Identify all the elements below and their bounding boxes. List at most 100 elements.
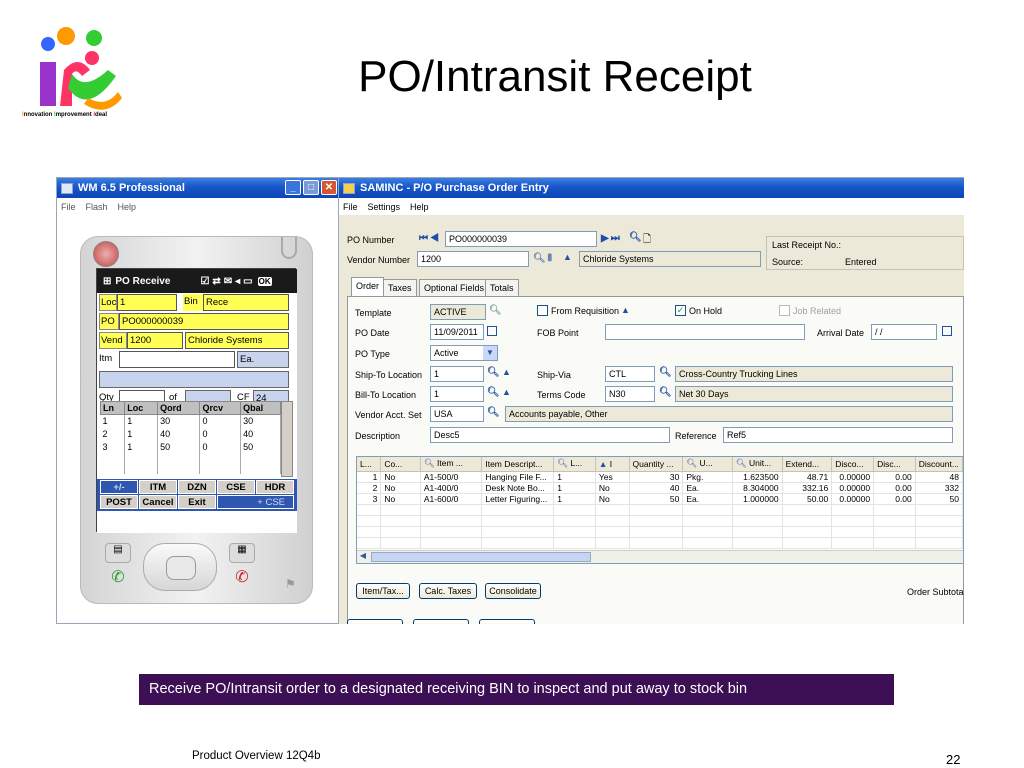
ship-to-zoom-icon[interactable]: ▲ (502, 367, 511, 377)
acct-set-field[interactable]: USA (430, 406, 484, 422)
power-button[interactable] (93, 241, 119, 267)
grid-horizontal-scrollbar[interactable]: ◀ (357, 550, 963, 563)
grid-col-discount-amt[interactable]: Discount... (915, 457, 963, 472)
chevron-down-icon[interactable]: ▼ (483, 346, 497, 360)
exit-button[interactable]: Exit (178, 495, 216, 509)
grid-row[interactable]: 1 No A1-500/0 Hanging File F... 1 Yes 30 Pkg. 1.… (357, 471, 963, 483)
instr-zoom-icon[interactable]: ▲ (599, 459, 610, 469)
end-call-icon[interactable]: ✆ (229, 567, 255, 589)
vend-code-field[interactable]: 1200 (127, 332, 183, 349)
requisition-zoom-icon[interactable]: ▲ (621, 305, 630, 315)
grid-row[interactable]: 3 No A1-600/0 Letter Figuring... 1 No 50 Ea. 1.0… (357, 493, 963, 505)
ok-button[interactable]: OK (257, 276, 272, 286)
calc-taxes-button[interactable]: Calc. Taxes (419, 583, 477, 599)
grid-col-item-desc[interactable]: Item Descript... (481, 457, 555, 472)
vendor-doc-icon[interactable]: ▮ (547, 252, 553, 263)
table-row[interactable]: 1 1 30 0 30 (100, 414, 281, 428)
item-tax-button[interactable]: Item/Tax... (356, 583, 410, 599)
grid-col-instr[interactable]: ▲ I (595, 457, 630, 472)
grid-col-line[interactable]: L... (357, 457, 382, 472)
minimize-button[interactable]: _ (285, 180, 301, 195)
from-requisition-checkbox[interactable] (537, 305, 548, 316)
new-document-icon[interactable]: 🗋 (643, 232, 651, 249)
hdr-button[interactable]: HDR (256, 480, 294, 494)
scrollbar-thumb[interactable] (371, 552, 591, 562)
grid-col-item[interactable]: 🔍︎ Item ... (420, 457, 483, 472)
terms-finder-icon[interactable]: 🔍︎ (659, 387, 672, 398)
cse-button[interactable]: CSE (217, 480, 255, 494)
table-row[interactable]: 3 1 50 0 50 (100, 440, 281, 454)
job-related-checkbox[interactable] (779, 305, 790, 316)
dpad[interactable] (143, 543, 217, 591)
grid-col-discount-pct[interactable]: Disco... (831, 457, 875, 472)
consolidate-button[interactable]: Consolidate (485, 583, 541, 599)
grid-col-unit-cost[interactable]: 🔍︎ Unit... (732, 457, 783, 472)
grid-col-discount[interactable]: Disc... (873, 457, 916, 472)
menu-help[interactable]: Help (410, 202, 429, 212)
arrival-date-field[interactable]: / / (871, 324, 937, 340)
menu-file[interactable]: File (343, 202, 358, 212)
po-date-field[interactable]: 11/09/2011 (430, 324, 484, 340)
template-field[interactable]: ACTIVE (430, 304, 486, 320)
po-field[interactable]: PO000000039 (119, 313, 289, 330)
po-number-field[interactable]: PO000000039 (445, 231, 597, 247)
menu-file[interactable]: File (61, 202, 76, 212)
grid-col-location[interactable]: 🔍︎ L... (553, 457, 596, 472)
tab-taxes[interactable]: Taxes (383, 279, 417, 297)
dpad-center[interactable] (166, 556, 196, 580)
table-scrollbar[interactable] (281, 401, 293, 477)
menu-help[interactable]: Help (118, 202, 137, 212)
grid-col-extended[interactable]: Extend... (782, 457, 833, 472)
template-finder-icon[interactable]: 🔍︎ (489, 305, 502, 316)
tab-optional-fields[interactable]: Optional Fields (419, 279, 490, 297)
ship-to-finder-icon[interactable]: 🔍︎ (487, 367, 500, 378)
ship-via-finder-icon[interactable]: 🔍︎ (659, 367, 672, 378)
reference-field[interactable]: Ref5 (723, 427, 953, 443)
delete-button[interactable] (413, 619, 469, 624)
maximize-button[interactable]: □ (303, 180, 319, 195)
post-button[interactable]: POST (100, 495, 138, 509)
nav-first-prev-icons[interactable]: ⏮◀ (419, 233, 441, 244)
scroll-left-icon[interactable]: ◀ (357, 551, 369, 563)
unit-finder-icon[interactable]: 🔍︎ (736, 458, 749, 468)
itm-button[interactable]: ITM (139, 480, 177, 494)
loc-field[interactable]: 1 (117, 294, 177, 311)
uom-finder-icon[interactable]: 🔍︎ (686, 458, 699, 468)
fob-point-field[interactable] (605, 324, 805, 340)
po-type-select[interactable]: Active ▼ (430, 345, 498, 361)
history-button[interactable] (479, 619, 535, 624)
finder-icon[interactable]: 🔍︎ (629, 232, 642, 243)
close-button[interactable]: ✕ (321, 180, 337, 195)
bin-field[interactable]: Rece (203, 294, 289, 311)
bill-to-finder-icon[interactable]: 🔍︎ (487, 387, 500, 398)
start-key[interactable]: ▤ (105, 543, 131, 563)
vendor-finder-icon[interactable]: 🔍︎ (533, 253, 546, 264)
table-row[interactable]: 2 1 40 0 40 (100, 427, 281, 441)
itm-field[interactable] (119, 351, 235, 368)
on-hold-checkbox[interactable]: ✓ (675, 305, 686, 316)
order-lines-grid[interactable]: L... Co... 🔍︎ Item ... Item Descript... … (356, 456, 964, 564)
plus-cse-button[interactable]: + CSE (217, 495, 294, 509)
menu-flash[interactable]: Flash (86, 202, 108, 212)
location-finder-icon[interactable]: 🔍︎ (557, 458, 570, 468)
arrival-calendar-icon[interactable] (942, 326, 952, 336)
ship-via-field[interactable]: CTL (605, 366, 655, 382)
bill-to-field[interactable]: 1 (430, 386, 484, 402)
add-button[interactable] (347, 619, 403, 624)
description-field[interactable]: Desc5 (430, 427, 670, 443)
vendor-number-field[interactable]: 1200 (417, 251, 529, 267)
call-icon[interactable]: ✆ (105, 567, 131, 589)
grid-col-complete[interactable]: Co... (380, 457, 421, 472)
bill-to-zoom-icon[interactable]: ▲ (502, 387, 511, 397)
terms-code-field[interactable]: N30 (605, 386, 655, 402)
menu-settings[interactable]: Settings (368, 202, 401, 212)
plus-minus-button[interactable]: +/- (100, 480, 138, 494)
windows-start-icon[interactable]: ⊞ (103, 276, 111, 287)
acct-set-finder-icon[interactable]: 🔍︎ (487, 407, 500, 418)
grid-col-quantity[interactable]: Quantity ... (629, 457, 684, 472)
tab-order[interactable]: Order (351, 277, 385, 297)
ok-key[interactable]: ▦ (229, 543, 255, 563)
ship-to-field[interactable]: 1 (430, 366, 484, 382)
nav-next-last-icons[interactable]: ▶⏭ (601, 233, 622, 244)
tab-totals[interactable]: Totals (485, 279, 519, 297)
